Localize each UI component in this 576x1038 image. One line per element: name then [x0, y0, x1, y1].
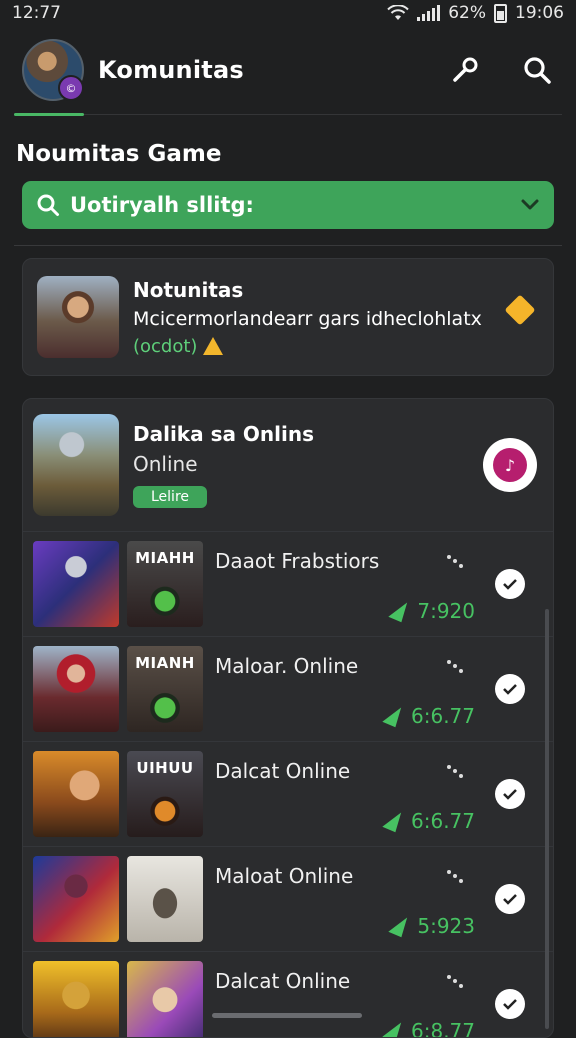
- game-score-value: 6:6.77: [411, 809, 475, 833]
- profile-action-icon: ♪: [493, 448, 527, 482]
- game-row-body: Maloar. Online 6:6.77: [215, 646, 483, 732]
- game-score-value: 7:920: [417, 599, 475, 623]
- game-cover: [127, 856, 203, 942]
- game-cover: MIAHH: [127, 541, 203, 627]
- game-cover-label: MIAHH: [135, 549, 195, 567]
- game-title: Dalcat Online: [215, 759, 351, 783]
- bolt-icon: [382, 809, 408, 833]
- featured-subtitle: Online: [133, 452, 198, 476]
- status-time: 12:77: [12, 3, 61, 23]
- search-dropdown[interactable]: Uotiryalh sllitg:: [22, 181, 554, 229]
- featured-body: Dalika sa Onlins Online Lelire: [133, 422, 483, 508]
- game-row[interactable]: Maloat Online 5:923: [23, 847, 553, 952]
- notification-title: Notunitas: [133, 277, 244, 302]
- game-score-value: 6:8.77: [411, 1019, 475, 1038]
- battery-percent: 62%: [448, 3, 486, 23]
- check-icon[interactable]: [495, 569, 525, 599]
- game-row[interactable]: Dalcat Online 6:8.77: [23, 952, 553, 1038]
- notification-thumbnail: [37, 276, 119, 358]
- featured-game[interactable]: Dalika sa Onlins Online Lelire ♪: [23, 399, 553, 532]
- check-icon[interactable]: [495, 884, 525, 914]
- signal-icon: [417, 5, 441, 21]
- bolt-icon: [382, 704, 408, 728]
- warning-icon: [203, 337, 224, 355]
- game-row-body: Daaot Frabstiors 7:920: [215, 541, 483, 627]
- more-dots-icon[interactable]: [447, 555, 463, 569]
- game-list-card: Dalika sa Onlins Online Lelire ♪ MIAHH D…: [22, 398, 554, 1038]
- status-bar: 12:77 62% 19:06: [0, 0, 576, 26]
- section-title: Noumitas Game: [16, 141, 222, 167]
- search-value: Uotiryalh sllitg:: [70, 193, 254, 217]
- game-score-value: 5:923: [417, 914, 475, 938]
- notification-card[interactable]: Notunitas Mcicermorlandearr gars idheclo…: [22, 258, 554, 376]
- game-title: Daaot Frabstiors: [215, 549, 380, 573]
- more-dots-icon[interactable]: [447, 660, 463, 674]
- more-dots-icon[interactable]: [447, 765, 463, 779]
- game-thumbnail: [33, 541, 119, 627]
- header-actions: [448, 53, 554, 87]
- avatar[interactable]: ©: [22, 39, 84, 101]
- notification-tag: (ocdot): [133, 336, 539, 357]
- game-thumbnail: [33, 856, 119, 942]
- game-row-body: Maloat Online 5:923: [215, 856, 483, 942]
- game-score: 5:923: [388, 914, 475, 938]
- game-cover-label: MIANH: [135, 654, 195, 672]
- game-score: 6:6.77: [382, 809, 475, 833]
- profile-action-button[interactable]: ♪: [483, 438, 537, 492]
- game-cover: [127, 961, 203, 1037]
- game-title: Dalcat Online: [215, 969, 351, 993]
- key-icon[interactable]: [448, 53, 482, 87]
- game-title: Maloat Online: [215, 864, 354, 888]
- game-cover-label: UIHUU: [136, 759, 194, 777]
- game-row[interactable]: MIAHH Daaot Frabstiors 7:920: [23, 532, 553, 637]
- live-badge: Lelire: [133, 486, 208, 508]
- home-indicator[interactable]: [212, 1013, 362, 1018]
- more-dots-icon[interactable]: [447, 870, 463, 884]
- game-score: 6:8.77: [382, 1019, 475, 1038]
- game-row[interactable]: UIHUU Dalcat Online 6:6.77: [23, 742, 553, 847]
- status-clock: 19:06: [515, 3, 564, 23]
- game-thumbnail: [33, 646, 119, 732]
- game-score-value: 6:6.77: [411, 704, 475, 728]
- wifi-icon: [387, 5, 409, 20]
- game-row[interactable]: MIANH Maloar. Online 6:6.77: [23, 637, 553, 742]
- featured-thumbnail: [33, 414, 119, 516]
- search-icon[interactable]: [520, 53, 554, 87]
- check-icon[interactable]: [495, 674, 525, 704]
- game-score: 6:6.77: [382, 704, 475, 728]
- notification-tag-text: (ocdot): [133, 335, 198, 357]
- app-header: © Komunitas: [0, 26, 576, 116]
- game-score: 7:920: [388, 599, 475, 623]
- status-icons: 62% 19:06: [387, 3, 564, 23]
- check-icon[interactable]: [495, 779, 525, 809]
- game-row-body: Dalcat Online 6:8.77: [215, 961, 483, 1038]
- notification-subtitle: Mcicermorlandearr gars idheclohlatx: [133, 307, 482, 330]
- game-title: Maloar. Online: [215, 654, 359, 678]
- game-thumbnail: [33, 751, 119, 837]
- game-row-body: Dalcat Online 6:6.77: [215, 751, 483, 837]
- list-scrollbar[interactable]: [545, 609, 549, 1029]
- search-divider: [14, 245, 562, 246]
- game-cover: MIANH: [127, 646, 203, 732]
- chevron-down-icon[interactable]: [520, 198, 540, 212]
- more-dots-icon[interactable]: [447, 975, 463, 989]
- game-thumbnail: [33, 961, 119, 1037]
- app-title: Komunitas: [98, 56, 244, 84]
- battery-icon: [494, 3, 507, 23]
- search-icon: [37, 194, 59, 216]
- avatar-badge-icon: ©: [58, 75, 84, 101]
- bolt-icon: [388, 914, 415, 938]
- notification-body: Notunitas Mcicermorlandearr gars idheclo…: [133, 278, 539, 357]
- featured-title: Dalika sa Onlins: [133, 422, 315, 446]
- bolt-icon: [388, 599, 415, 623]
- bolt-icon: [382, 1019, 408, 1037]
- check-icon[interactable]: [495, 989, 525, 1019]
- active-tab-indicator: [14, 113, 84, 116]
- game-cover: UIHUU: [127, 751, 203, 837]
